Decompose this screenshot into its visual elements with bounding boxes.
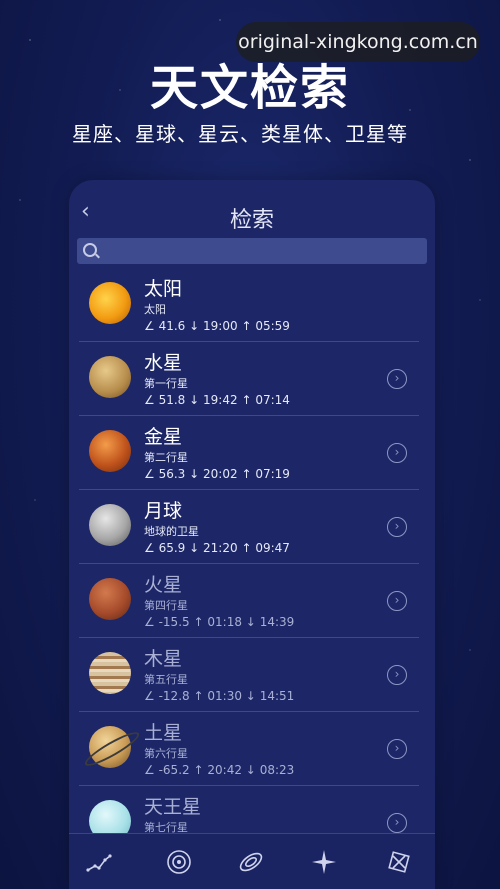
search-input[interactable] [77,238,427,264]
list-item-moon[interactable]: 月球 地球的卫星 ∠ 65.9 ↓ 21:20 ↑ 09:47 › [79,490,419,564]
time1-arrow-icon: ↓ [189,541,200,555]
jupiter-icon [89,652,131,694]
item-subtitle: 第四行星 [144,599,188,612]
chevron-right-icon[interactable]: › [387,665,407,685]
list-item-sun[interactable]: 太阳 太阳 ∠ 41.6 ↓ 19:00 ↑ 05:59 [79,268,419,342]
altitude-angle-icon: ∠ [144,393,155,407]
subline: 星座、星球、星云、类星体、卫星等 [72,122,408,146]
time1-value: 20:02 [203,467,238,481]
time2-value: 08:23 [259,763,295,777]
time1-arrow-icon: ↓ [189,467,200,481]
altitude-value: -12.8 [158,689,190,703]
altitude-value: 41.6 [158,319,186,333]
chevron-right-icon[interactable]: › [387,517,407,537]
page-title: 检索 [229,208,274,233]
time1-arrow-icon: ↑ [193,763,204,777]
item-meta: ∠ -65.2 ↑ 20:42 ↓ 08:23 [144,763,294,777]
nav-bar: ‹ 检索 [69,180,435,238]
constellation-icon[interactable] [85,848,113,876]
time2-value: 05:59 [255,319,290,333]
altitude-angle-icon: ∠ [144,319,155,333]
time2-arrow-icon: ↓ [245,689,256,703]
time2-arrow-icon: ↓ [245,763,256,777]
altitude-value: -65.2 [158,763,190,777]
moon-icon [89,504,131,546]
altitude-value: 65.9 [158,541,186,555]
time2-value: 14:51 [259,689,295,703]
time1-value: 01:30 [207,689,242,703]
time1-value: 21:20 [203,541,238,555]
list-item-jupiter[interactable]: 木星 第五行星 ∠ -12.8 ↑ 01:30 ↓ 14:51 › [79,638,419,712]
chevron-right-icon[interactable]: › [387,591,407,611]
item-meta: ∠ -12.8 ↑ 01:30 ↓ 14:51 [144,689,294,703]
item-name: 土星 [144,722,183,744]
time2-arrow-icon: ↑ [241,467,252,481]
chevron-right-icon[interactable]: › [387,443,407,463]
item-meta: ∠ -15.5 ↑ 01:18 ↓ 14:39 [144,615,294,629]
headline: 天文检索 [149,60,350,116]
time1-value: 19:00 [203,319,238,333]
time1-value: 20:42 [207,763,242,777]
list-item-saturn[interactable]: 土星 第六行星 ∠ -65.2 ↑ 20:42 ↓ 08:23 › [79,712,419,786]
chevron-right-icon[interactable]: › [387,369,407,389]
time1-arrow-icon: ↓ [189,393,200,407]
time2-value: 07:19 [255,467,290,481]
satellite-icon[interactable] [385,848,413,876]
altitude-value: 51.8 [158,393,186,407]
item-meta: ∠ 65.9 ↓ 21:20 ↑ 09:47 [144,541,290,555]
item-name: 水星 [144,352,183,374]
item-meta: ∠ 56.3 ↓ 20:02 ↑ 07:19 [144,467,290,481]
altitude-value: -15.5 [158,615,190,629]
time1-value: 19:42 [203,393,238,407]
object-list: 太阳 太阳 ∠ 41.6 ↓ 19:00 ↑ 05:59 水星 第一行星 ∠ 5… [69,268,435,860]
altitude-value: 56.3 [158,467,186,481]
mars-icon [89,578,131,620]
search-icon [83,243,97,257]
item-name: 火星 [144,574,183,596]
item-name: 月球 [144,500,183,522]
item-meta: ∠ 51.8 ↓ 19:42 ↑ 07:14 [144,393,290,407]
item-subtitle: 太阳 [144,303,166,316]
altitude-angle-icon: ∠ [144,615,155,629]
list-item-venus[interactable]: 金星 第二行星 ∠ 56.3 ↓ 20:02 ↑ 07:19 › [79,416,419,490]
time2-value: 07:14 [255,393,290,407]
chevron-right-icon[interactable]: › [387,813,407,833]
time2-arrow-icon: ↑ [241,319,252,333]
galaxy-icon[interactable] [237,848,265,876]
altitude-angle-icon: ∠ [144,541,155,555]
item-name: 金星 [144,426,183,448]
item-subtitle: 第五行星 [144,673,188,686]
time1-arrow-icon: ↑ [193,615,204,629]
time1-value: 01:18 [207,615,242,629]
altitude-angle-icon: ∠ [144,763,155,777]
list-item-mercury[interactable]: 水星 第一行星 ∠ 51.8 ↓ 19:42 ↑ 07:14 › [79,342,419,416]
item-name: 木星 [144,648,183,670]
time2-arrow-icon: ↑ [241,541,252,555]
time2-arrow-icon: ↓ [245,615,256,629]
item-subtitle: 地球的卫星 [144,525,199,538]
chevron-right-icon[interactable]: › [387,739,407,759]
phone-screen: ‹ 检索 太阳 太阳 ∠ 41.6 ↓ 19:00 ↑ 05:59 水星 第一行… [69,180,435,889]
item-meta: ∠ 41.6 ↓ 19:00 ↑ 05:59 [144,319,290,333]
venus-icon [89,430,131,472]
list-item-mars[interactable]: 火星 第四行星 ∠ -15.5 ↑ 01:18 ↓ 14:39 › [79,564,419,638]
sun-icon [89,282,131,324]
item-subtitle: 第一行星 [144,377,188,390]
item-subtitle: 第二行星 [144,451,188,464]
altitude-angle-icon: ∠ [144,467,155,481]
time1-arrow-icon: ↓ [189,319,200,333]
time2-arrow-icon: ↑ [241,393,252,407]
star-icon[interactable] [310,848,338,876]
item-name: 太阳 [144,278,183,300]
item-name: 天王星 [144,796,202,818]
item-subtitle: 第六行星 [144,747,188,760]
orbit-icon[interactable] [165,848,193,876]
mercury-icon [89,356,131,398]
time1-arrow-icon: ↑ [193,689,204,703]
time2-value: 14:39 [259,615,295,629]
time2-value: 09:47 [255,541,290,555]
altitude-angle-icon: ∠ [144,689,155,703]
bottom-tab-bar [69,833,435,889]
